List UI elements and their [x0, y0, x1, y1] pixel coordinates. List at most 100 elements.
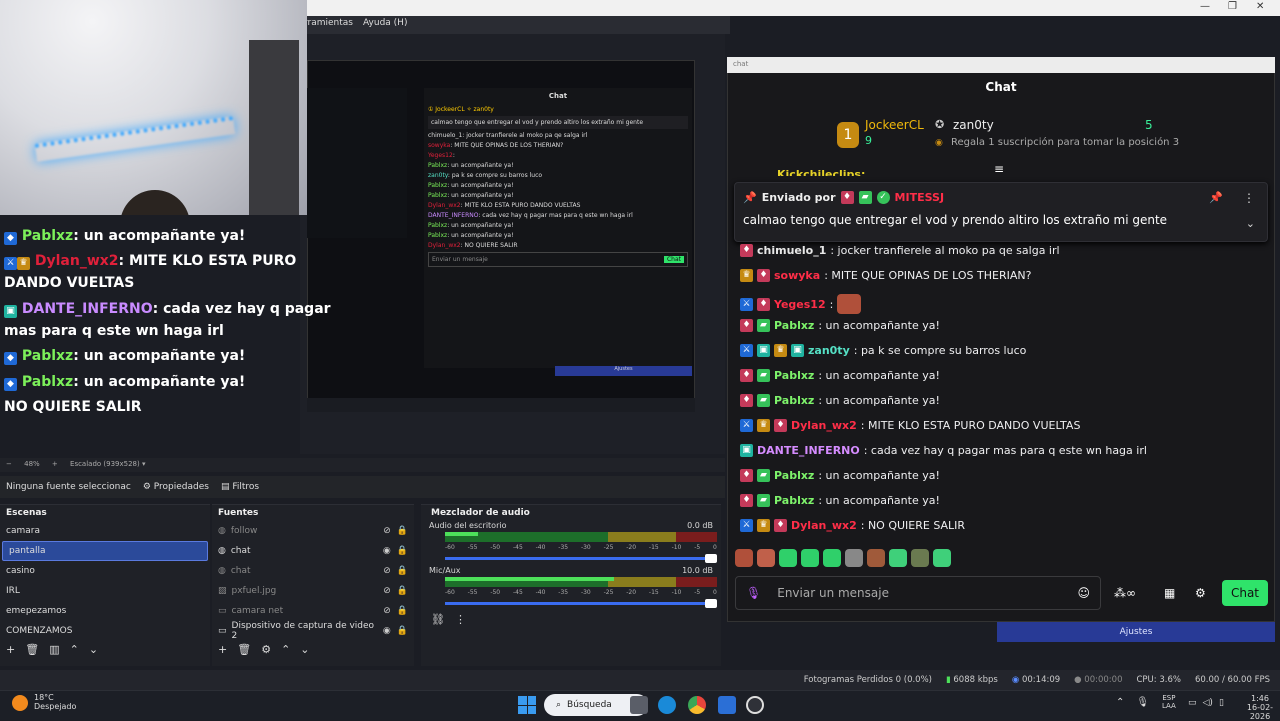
- eye-hidden-icon[interactable]: ⊘: [383, 586, 391, 596]
- store-icon[interactable]: ▦: [1164, 586, 1175, 600]
- network-icon[interactable]: ▭: [1188, 698, 1197, 708]
- chat-username[interactable]: chimuelo_1: [757, 244, 826, 257]
- menu-tools[interactable]: rramientas: [304, 18, 353, 32]
- windows-start-icon[interactable]: [518, 696, 536, 714]
- eye-hidden-icon[interactable]: ⊘: [383, 566, 391, 576]
- chevron-down-icon[interactable]: ⌄: [1246, 217, 1255, 230]
- source-item[interactable]: ▭ camara net ⊘ 🔒: [212, 601, 414, 621]
- scene-item[interactable]: COMENZAMOS: [0, 621, 210, 641]
- lock-icon[interactable]: 🔒: [397, 546, 408, 556]
- chat-username[interactable]: sowyka: [774, 269, 820, 282]
- emote-icon[interactable]: [911, 549, 929, 567]
- emote-icon[interactable]: [867, 549, 885, 567]
- lock-icon[interactable]: 🔒: [397, 586, 408, 596]
- pin-icon[interactable]: 📌: [1209, 191, 1223, 204]
- app-icon[interactable]: [718, 696, 736, 714]
- chat-username[interactable]: Pablxz: [774, 394, 814, 407]
- scene-item[interactable]: camara: [0, 521, 210, 541]
- chat-username[interactable]: Pablxz: [774, 469, 814, 482]
- scene-item-selected[interactable]: pantalla: [2, 541, 208, 561]
- volume-slider[interactable]: [445, 599, 717, 608]
- chat-username[interactable]: Dylan_wx2: [791, 419, 857, 432]
- trash-icon[interactable]: 🗑: [25, 643, 39, 656]
- emote-icon[interactable]: [823, 549, 841, 567]
- menu-help[interactable]: Ayuda (H): [363, 18, 407, 32]
- zoom-in-button[interactable]: +: [52, 460, 58, 468]
- down-icon[interactable]: ⌄: [89, 643, 98, 656]
- source-item[interactable]: ▨ pxfuel.jpg ⊘ 🔒: [212, 581, 414, 601]
- task-view-icon[interactable]: [630, 696, 648, 714]
- edge-icon[interactable]: [658, 696, 676, 714]
- eye-hidden-icon[interactable]: ⊘: [383, 526, 391, 536]
- chat-username[interactable]: Dylan_wx2: [791, 519, 857, 532]
- language-indicator[interactable]: ESP LAA: [1162, 694, 1176, 710]
- chat-username[interactable]: DANTE_INFERNO: [757, 444, 860, 457]
- down-icon[interactable]: ⌄: [300, 643, 309, 656]
- gear-icon[interactable]: ⚙: [261, 643, 271, 656]
- second-name[interactable]: zan0ty: [953, 118, 994, 132]
- obs-icon[interactable]: [746, 696, 764, 714]
- more-icon[interactable]: ⋮: [1243, 191, 1255, 205]
- chat-username[interactable]: Yeges12: [774, 298, 826, 311]
- trash-icon[interactable]: 🗑: [237, 643, 251, 656]
- filters-button[interactable]: ▤ Filtros: [221, 482, 259, 492]
- scene-item[interactable]: IRL: [0, 581, 210, 601]
- minimize-button[interactable]: —: [1200, 1, 1210, 12]
- chrome-icon[interactable]: [688, 696, 706, 714]
- scene-item[interactable]: emepezamos: [0, 601, 210, 621]
- mic-icon[interactable]: 🎙: [746, 586, 761, 600]
- source-item[interactable]: ◍ follow ⊘ 🔒: [212, 521, 414, 541]
- eye-icon[interactable]: ◉: [383, 626, 391, 636]
- add-icon[interactable]: +: [218, 643, 227, 656]
- lock-icon[interactable]: 🔒: [397, 626, 408, 636]
- volume-slider[interactable]: [445, 554, 717, 563]
- lock-icon[interactable]: 🔒: [397, 566, 408, 576]
- add-icon[interactable]: +: [6, 643, 15, 656]
- emote-icon[interactable]: [757, 549, 775, 567]
- emoji-icon[interactable]: ☺: [1077, 586, 1090, 600]
- emote-icon[interactable]: [845, 549, 863, 567]
- chat-username[interactable]: Pablxz: [774, 494, 814, 507]
- volume-icon[interactable]: ◁): [1203, 698, 1213, 708]
- people-icon[interactable]: ⁂∞: [1114, 586, 1136, 600]
- scale-dropdown[interactable]: Escalado (939x528): [70, 460, 140, 468]
- eye-hidden-icon[interactable]: ⊘: [383, 606, 391, 616]
- battery-icon[interactable]: ▯: [1219, 698, 1224, 708]
- gear-icon[interactable]: ⚙: [1195, 586, 1206, 600]
- ajustes-button[interactable]: Ajustes: [997, 622, 1275, 642]
- chat-send-button[interactable]: Chat: [1222, 580, 1268, 606]
- chat-input[interactable]: 🎙 Enviar un mensaje ☺: [735, 576, 1101, 610]
- emote-icon[interactable]: [735, 549, 753, 567]
- link-icon[interactable]: ⛓: [431, 613, 445, 626]
- chat-username[interactable]: Pablxz: [774, 319, 814, 332]
- zoom-out-button[interactable]: −: [6, 460, 12, 468]
- emote-icon[interactable]: [889, 549, 907, 567]
- more-icon[interactable]: ⋮: [455, 613, 466, 626]
- scene-item[interactable]: casino: [0, 561, 210, 581]
- leader-name[interactable]: JockeerCL: [865, 118, 924, 132]
- chat-username[interactable]: zan0ty: [808, 344, 850, 357]
- close-button[interactable]: ✕: [1256, 1, 1264, 12]
- emote-icon[interactable]: [779, 549, 797, 567]
- lock-icon[interactable]: 🔒: [397, 526, 408, 536]
- chevron-up-icon[interactable]: ⌃: [1116, 697, 1124, 708]
- eye-icon[interactable]: ◉: [383, 546, 391, 556]
- pinned-message[interactable]: 📌 Enviado por ♦ ▰ ✓ MITESSJ 📌 ⋮ calmao t…: [734, 182, 1268, 242]
- up-icon[interactable]: ⌃: [70, 643, 79, 656]
- up-icon[interactable]: ⌃: [281, 643, 290, 656]
- chevron-down-icon[interactable]: ▾: [142, 460, 146, 468]
- mic-icon[interactable]: 🎙: [1136, 697, 1149, 708]
- maximize-button[interactable]: ❐: [1228, 1, 1237, 12]
- chat-username[interactable]: Pablxz: [774, 369, 814, 382]
- emote-icon[interactable]: [933, 549, 951, 567]
- source-item[interactable]: ◍ chat ◉ 🔒: [212, 541, 414, 561]
- filter-icon[interactable]: ▥: [49, 643, 59, 656]
- lock-icon[interactable]: 🔒: [397, 606, 408, 616]
- source-item[interactable]: ▭ Dispositivo de captura de video 2 ◉ 🔒: [212, 621, 414, 641]
- properties-button[interactable]: ⚙ Propiedades: [143, 482, 209, 492]
- emote-icon[interactable]: [801, 549, 819, 567]
- weather-widget[interactable]: 18°C Despejado: [12, 693, 76, 711]
- clock[interactable]: 1:46 16-02-2026: [1240, 694, 1280, 721]
- source-item[interactable]: ◍ chat ⊘ 🔒: [212, 561, 414, 581]
- collapse-icon[interactable]: ≡: [994, 162, 1004, 176]
